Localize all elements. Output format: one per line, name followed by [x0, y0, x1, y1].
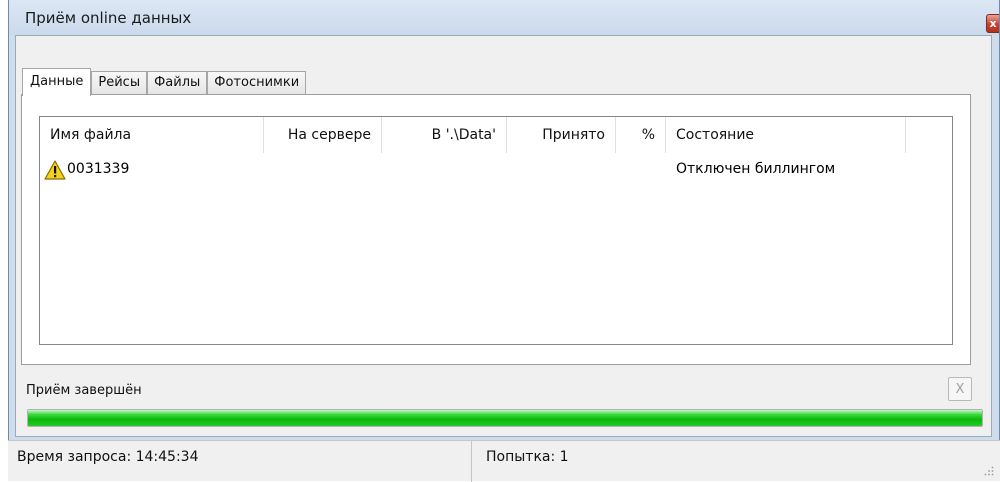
tab-data[interactable]: Данные [22, 68, 92, 96]
tab-panel-data: Имя файла На сервере В '.\Data' Принято … [21, 94, 971, 365]
tab-files[interactable]: Файлы [147, 71, 208, 95]
request-time: Время запроса: 14:45:34 [17, 449, 199, 465]
status-separator [471, 441, 472, 482]
cell-state: Отключен биллингом [676, 161, 836, 177]
status-text: Приём завершён [26, 383, 142, 398]
column-received[interactable]: Принято [507, 117, 616, 153]
close-button[interactable]: x [986, 14, 999, 33]
tab-photos[interactable]: Фотоснимки [207, 71, 307, 95]
table-row[interactable]: 0031339 Отключен биллингом [40, 159, 952, 181]
column-percent[interactable]: % [616, 117, 666, 153]
list-header: Имя файла На сервере В '.\Data' Принято … [40, 117, 952, 153]
column-in-data[interactable]: В '.\Data' [382, 117, 507, 153]
window-title: Приём online данных [25, 9, 192, 27]
warning-icon [44, 160, 66, 180]
status-bar: Время запроса: 14:45:34 Попытка: 1 [8, 440, 1000, 482]
progress-fill [28, 410, 982, 426]
title-bar: Приём online данных x [9, 0, 999, 35]
progress-bar [27, 409, 983, 427]
close-icon: x [989, 17, 997, 30]
attempt-count: Попытка: 1 [486, 449, 569, 465]
tab-flights[interactable]: Рейсы [91, 71, 148, 95]
tab-strip: Данные Рейсы Файлы Фотоснимки [22, 67, 307, 96]
cancel-button[interactable]: X [948, 377, 972, 401]
column-on-server[interactable]: На сервере [264, 117, 382, 153]
resize-grip-icon[interactable] [984, 466, 994, 476]
cell-file-name: 0031339 [67, 161, 130, 177]
cancel-label: X [955, 381, 965, 397]
client-area: Данные Рейсы Файлы Фотоснимки Имя файла … [15, 35, 992, 437]
files-list[interactable]: Имя файла На сервере В '.\Data' Принято … [39, 116, 953, 345]
column-file-name[interactable]: Имя файла [40, 117, 264, 153]
column-state[interactable]: Состояние [666, 117, 906, 153]
